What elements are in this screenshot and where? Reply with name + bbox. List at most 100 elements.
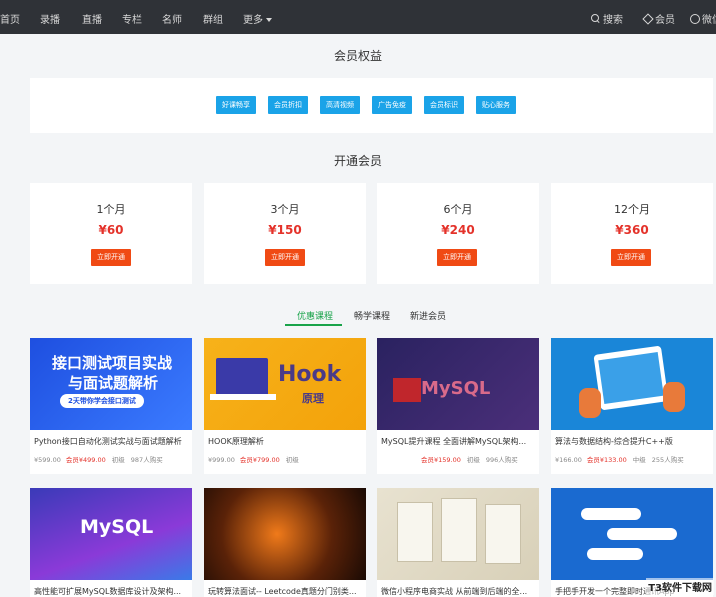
course-thumbnail: Hook 原理 bbox=[204, 338, 366, 430]
benefit-tag[interactable]: 贴心服务 bbox=[476, 96, 516, 114]
course-title: 高性能可扩展MySQL数据库设计及架构... bbox=[34, 587, 182, 596]
tab-new-members[interactable]: 新进会员 bbox=[410, 309, 446, 322]
nav-more-label: 更多 bbox=[243, 15, 263, 26]
course-card[interactable]: 算法与数据结构-综合提升C++版 ¥166.00 会员¥133.00 中级 255人购… bbox=[551, 338, 713, 474]
course-level: 初级 bbox=[111, 456, 125, 464]
subscribe-button[interactable]: 立即开通 bbox=[265, 249, 305, 266]
thumb-title: MySQL bbox=[80, 516, 154, 538]
red-block bbox=[393, 378, 421, 402]
user-icon bbox=[690, 14, 700, 24]
chat-bubble bbox=[607, 528, 677, 540]
course-level: 中级 bbox=[632, 456, 646, 464]
course-card[interactable]: MySQL 高性能可扩展MySQL数据库设计及架构... bbox=[30, 488, 192, 597]
chat-bubble bbox=[587, 548, 643, 560]
course-vip-price: 会员¥133.00 bbox=[586, 456, 627, 464]
course-buyers: 987人购买 bbox=[130, 456, 163, 464]
course-level: 初级 bbox=[285, 456, 299, 464]
nav-user-label: 微信 bbox=[702, 15, 716, 26]
course-vip-price: 会员¥159.00 bbox=[421, 456, 461, 464]
benefit-tag[interactable]: 会员折扣 bbox=[268, 96, 308, 114]
course-thumbnail bbox=[551, 338, 713, 430]
plan-duration: 1个月 bbox=[96, 203, 126, 216]
course-thumbnail bbox=[551, 488, 713, 580]
benefit-tag[interactable]: 好课畅享 bbox=[216, 96, 256, 114]
nav-live[interactable]: 直播 bbox=[82, 11, 102, 26]
course-thumbnail: MySQL bbox=[377, 338, 539, 430]
tablet-screen bbox=[598, 352, 664, 404]
benefit-tag[interactable]: 高清视频 bbox=[320, 96, 360, 114]
top-navbar: 首页 录播 直播 专栏 名师 群组 更多 搜索 会员 微信 bbox=[0, 0, 716, 34]
diamond-icon bbox=[643, 14, 652, 23]
nav-more[interactable]: 更多 bbox=[243, 11, 272, 26]
benefit-tag[interactable]: 会员标识 bbox=[424, 96, 464, 114]
plans-title: 开通会员 bbox=[333, 154, 382, 168]
course-card[interactable]: 玩转算法面试-- Leetcode真题分门别类... bbox=[204, 488, 366, 597]
hand-right bbox=[663, 382, 685, 412]
course-meta: ¥599.00 会员¥499.00 初级 987人购买 bbox=[34, 454, 163, 464]
course-thumbnail bbox=[377, 488, 539, 580]
course-meta: 会员¥159.00 初级 996人购买 bbox=[381, 454, 518, 464]
plan-card-3m: 3个月 ¥150 立即开通 bbox=[204, 183, 366, 284]
nav-search[interactable]: 搜索 bbox=[591, 11, 623, 26]
nav-vip-label: 会员 bbox=[655, 15, 675, 26]
course-price: ¥166.00 bbox=[555, 456, 582, 464]
chat-bubble bbox=[581, 508, 641, 520]
course-card[interactable]: Hook 原理 HOOK原理解析 ¥999.00 会员¥799.00 初级 bbox=[204, 338, 366, 474]
course-title: HOOK原理解析 bbox=[208, 437, 264, 446]
thumb-subtitle: 原理 bbox=[302, 392, 324, 405]
nav-teachers[interactable]: 名师 bbox=[162, 11, 182, 26]
nav-groups[interactable]: 群组 bbox=[203, 11, 223, 26]
course-title: 微信小程序电商实战 从前端到后端的全... bbox=[381, 587, 528, 596]
course-thumbnail bbox=[204, 488, 366, 580]
course-buyers: 996人购买 bbox=[485, 456, 518, 464]
laptop-base bbox=[210, 394, 276, 400]
course-title: 算法与数据结构-综合提升C++版 bbox=[555, 437, 673, 446]
nav-user[interactable]: 微信 bbox=[690, 11, 716, 26]
plan-card-1m: 1个月 ¥60 立即开通 bbox=[30, 183, 192, 284]
nav-search-label: 搜索 bbox=[603, 15, 623, 26]
subscribe-button[interactable]: 立即开通 bbox=[91, 249, 131, 266]
course-price: ¥999.00 bbox=[208, 456, 235, 464]
course-vip-price: 会员¥499.00 bbox=[65, 456, 106, 464]
course-meta: ¥999.00 会员¥799.00 初级 bbox=[208, 454, 299, 464]
course-meta: ¥166.00 会员¥133.00 中级 255人购买 bbox=[555, 454, 684, 464]
course-thumbnail: 接口测试项目实战 与面试题解析 2天带你学会接口测试 bbox=[30, 338, 192, 430]
laptop-illustration bbox=[216, 358, 268, 396]
tab-unlimited-courses[interactable]: 畅学课程 bbox=[354, 309, 390, 322]
plan-price: ¥360 bbox=[615, 223, 649, 237]
nav-column[interactable]: 专栏 bbox=[122, 11, 142, 26]
hand-left bbox=[579, 388, 601, 418]
site-watermark: T3软件下载网 bbox=[646, 578, 714, 595]
plan-card-6m: 6个月 ¥240 立即开通 bbox=[377, 183, 539, 284]
course-card[interactable]: MySQL MySQL提升课程 全面讲解MySQL架构... 会员¥159.00… bbox=[377, 338, 539, 474]
chevron-down-icon bbox=[266, 18, 272, 22]
course-card[interactable]: 微信小程序电商实战 从前端到后端的全... bbox=[377, 488, 539, 597]
plan-duration: 6个月 bbox=[443, 203, 473, 216]
course-level: 初级 bbox=[466, 456, 480, 464]
benefit-tag[interactable]: 广告免疫 bbox=[372, 96, 412, 114]
subscribe-button[interactable]: 立即开通 bbox=[611, 249, 651, 266]
active-tab-indicator bbox=[285, 324, 342, 326]
thumb-title: MySQL bbox=[421, 378, 491, 399]
nav-vip[interactable]: 会员 bbox=[643, 11, 675, 26]
tab-discount-courses[interactable]: 优惠课程 bbox=[297, 309, 333, 322]
course-title: Python接口自动化测试实战与面试题解析 bbox=[34, 437, 182, 446]
phone-mockup bbox=[485, 504, 521, 564]
phone-mockup bbox=[441, 498, 477, 562]
course-price: ¥599.00 bbox=[34, 456, 61, 464]
thumb-title: 接口测试项目实战 bbox=[52, 354, 173, 372]
benefits-panel: 好课畅享 会员折扣 高清视频 广告免疫 会员标识 贴心服务 bbox=[30, 78, 713, 133]
search-icon bbox=[591, 14, 600, 23]
subscribe-button[interactable]: 立即开通 bbox=[437, 249, 477, 266]
plan-duration: 3个月 bbox=[270, 203, 300, 216]
nav-home[interactable]: 首页 bbox=[0, 11, 20, 26]
plan-price: ¥60 bbox=[98, 223, 124, 237]
nav-recorded[interactable]: 录播 bbox=[40, 11, 60, 26]
course-title: MySQL提升课程 全面讲解MySQL架构... bbox=[381, 437, 527, 446]
phone-mockup bbox=[397, 502, 433, 562]
course-buyers: 255人购买 bbox=[651, 456, 684, 464]
plan-price: ¥150 bbox=[268, 223, 302, 237]
course-card[interactable]: 接口测试项目实战 与面试题解析 2天带你学会接口测试 Python接口自动化测试… bbox=[30, 338, 192, 474]
plan-price: ¥240 bbox=[441, 223, 475, 237]
course-title: 玩转算法面试-- Leetcode真题分门别类... bbox=[208, 587, 357, 596]
